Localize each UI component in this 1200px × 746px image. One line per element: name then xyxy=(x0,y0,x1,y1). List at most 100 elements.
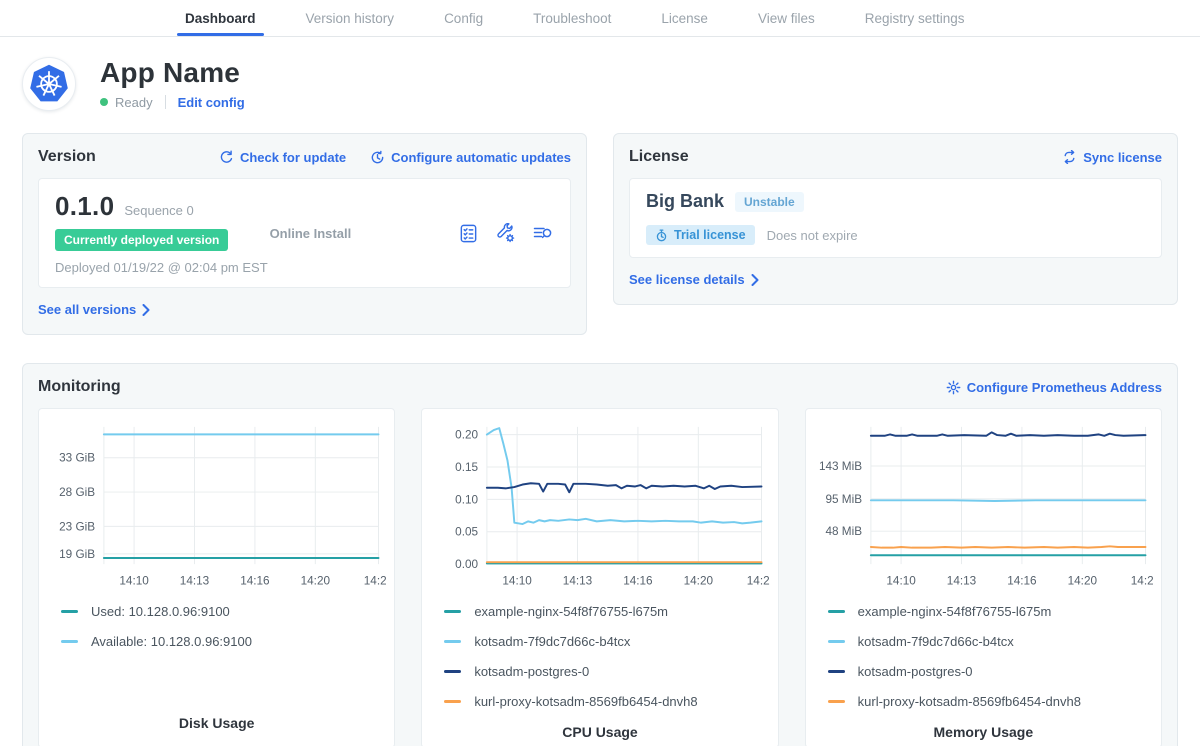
svg-text:19 GiB: 19 GiB xyxy=(59,548,95,561)
legend-item: kurl-proxy-kotsadm-8569fb6454-dnvh8 xyxy=(828,694,1153,709)
legend-label: kotsadm-7f9dc7d66c-b4tcx xyxy=(858,634,1014,649)
tab-view-files[interactable]: View files xyxy=(750,0,823,36)
svg-text:14:20: 14:20 xyxy=(684,575,714,588)
svg-text:0.00: 0.00 xyxy=(456,558,479,571)
expiry-label: Does not expire xyxy=(767,228,858,243)
channel-badge: Unstable xyxy=(735,192,804,212)
cpu-usage-chart[interactable]: 14:1014:1314:1614:2014:230.200.150.100.0… xyxy=(430,419,769,594)
legend-label: kotsadm-7f9dc7d66c-b4tcx xyxy=(474,634,630,649)
deployed-badge: Currently deployed version xyxy=(55,229,228,251)
cpu-usage-chart-card: 14:1014:1314:1614:2014:230.200.150.100.0… xyxy=(421,408,778,746)
tab-dashboard[interactable]: Dashboard xyxy=(177,0,264,36)
monitoring-section: Monitoring Configure Prometheus Address … xyxy=(22,363,1178,746)
version-number: 0.1.0 xyxy=(55,191,114,222)
chart-title: CPU Usage xyxy=(430,724,769,740)
svg-text:14:10: 14:10 xyxy=(119,575,149,588)
legend-label: kurl-proxy-kotsadm-8569fb6454-dnvh8 xyxy=(858,694,1081,709)
legend-label: example-nginx-54f8f76755-l675m xyxy=(858,604,1052,619)
see-all-versions-link[interactable]: See all versions xyxy=(38,302,150,317)
app-status: Ready xyxy=(115,95,153,110)
svg-text:0.15: 0.15 xyxy=(456,461,479,474)
legend-item: Used: 10.128.0.96:9100 xyxy=(61,604,386,619)
legend-swatch xyxy=(61,640,78,643)
configure-automatic-updates-link[interactable]: Configure automatic updates xyxy=(370,150,571,165)
svg-text:0.10: 0.10 xyxy=(456,493,479,506)
wrench-gear-icon xyxy=(495,223,516,244)
svg-text:33 GiB: 33 GiB xyxy=(59,452,95,465)
svg-text:14:13: 14:13 xyxy=(180,575,210,588)
svg-text:14:20: 14:20 xyxy=(301,575,331,588)
svg-text:14:23: 14:23 xyxy=(747,575,770,588)
legend-label: kotsadm-postgres-0 xyxy=(858,664,973,679)
edit-config-link[interactable]: Edit config xyxy=(178,95,245,110)
chart-title: Disk Usage xyxy=(47,715,386,731)
memory-usage-legend: example-nginx-54f8f76755-l675m kotsadm-7f… xyxy=(814,604,1153,724)
main-content: App Name Ready Edit config Version Check… xyxy=(0,37,1200,746)
svg-text:14:23: 14:23 xyxy=(364,575,387,588)
legend-item: Available: 10.128.0.96:9100 xyxy=(61,634,386,649)
check-for-update-link[interactable]: Check for update xyxy=(219,150,346,165)
svg-text:14:23: 14:23 xyxy=(1130,575,1153,588)
legend-swatch xyxy=(828,700,845,703)
legend-item: kotsadm-7f9dc7d66c-b4tcx xyxy=(828,634,1153,649)
svg-text:14:20: 14:20 xyxy=(1067,575,1097,588)
svg-text:28 GiB: 28 GiB xyxy=(59,486,95,499)
disk-usage-chart[interactable]: 14:1014:1314:1614:2014:2333 GiB28 GiB23 … xyxy=(47,419,386,594)
top-cards-row: Version Check for update Configure autom… xyxy=(22,133,1178,335)
cpu-usage-legend: example-nginx-54f8f76755-l675m kotsadm-7f… xyxy=(430,604,769,724)
disk-usage-chart-card: 14:1014:1314:1614:2014:2333 GiB28 GiB23 … xyxy=(38,408,395,746)
nav-tabs: Dashboard Version history Config Trouble… xyxy=(177,0,973,36)
legend-swatch xyxy=(61,610,78,613)
gear-icon xyxy=(946,380,961,395)
version-card: Version Check for update Configure autom… xyxy=(22,133,587,335)
legend-item: example-nginx-54f8f76755-l675m xyxy=(444,604,769,619)
customer-name: Big Bank xyxy=(646,191,724,212)
legend-swatch xyxy=(828,640,845,643)
legend-swatch xyxy=(444,700,461,703)
license-box: Big Bank Unstable Trial license Does not… xyxy=(629,178,1162,258)
configure-prometheus-link[interactable]: Configure Prometheus Address xyxy=(946,380,1162,395)
monitoring-title: Monitoring xyxy=(38,378,121,396)
list-search-icon xyxy=(532,222,554,244)
license-card-title: License xyxy=(629,148,689,166)
legend-label: Used: 10.128.0.96:9100 xyxy=(91,604,230,619)
deploy-logs-button[interactable] xyxy=(532,222,554,244)
svg-text:14:16: 14:16 xyxy=(624,575,654,588)
chevron-right-icon xyxy=(142,304,150,316)
legend-swatch xyxy=(444,670,461,673)
tab-troubleshoot[interactable]: Troubleshoot xyxy=(525,0,619,36)
kubernetes-logo-icon xyxy=(22,57,76,111)
legend-swatch xyxy=(444,640,461,643)
svg-text:14:13: 14:13 xyxy=(563,575,593,588)
legend-item: example-nginx-54f8f76755-l675m xyxy=(828,604,1153,619)
svg-text:23 GiB: 23 GiB xyxy=(59,520,95,533)
legend-label: kurl-proxy-kotsadm-8569fb6454-dnvh8 xyxy=(474,694,697,709)
svg-text:0.20: 0.20 xyxy=(456,429,479,442)
preflight-checks-button[interactable] xyxy=(458,223,479,244)
top-nav: Dashboard Version history Config Trouble… xyxy=(0,0,1200,37)
divider xyxy=(165,95,166,109)
svg-text:0.05: 0.05 xyxy=(456,526,479,539)
legend-swatch xyxy=(444,610,461,613)
legend-label: example-nginx-54f8f76755-l675m xyxy=(474,604,668,619)
sync-icon xyxy=(1062,150,1077,164)
legend-label: kotsadm-postgres-0 xyxy=(474,664,589,679)
stopwatch-icon xyxy=(655,229,668,242)
status-dot xyxy=(100,98,108,106)
legend-swatch xyxy=(828,670,845,673)
legend-item: kotsadm-postgres-0 xyxy=(444,664,769,679)
sync-license-link[interactable]: Sync license xyxy=(1062,150,1162,165)
memory-usage-chart[interactable]: 14:1014:1314:1614:2014:23143 MiB95 MiB48… xyxy=(814,419,1153,594)
tab-version-history[interactable]: Version history xyxy=(298,0,403,36)
tab-config[interactable]: Config xyxy=(436,0,491,36)
svg-text:48 MiB: 48 MiB xyxy=(825,525,862,538)
tab-registry-settings[interactable]: Registry settings xyxy=(857,0,973,36)
checklist-icon xyxy=(458,223,479,244)
version-card-title: Version xyxy=(38,148,96,166)
svg-text:14:16: 14:16 xyxy=(1007,575,1037,588)
edit-config-button[interactable] xyxy=(495,223,516,244)
app-header: App Name Ready Edit config xyxy=(22,53,1178,133)
legend-item: kurl-proxy-kotsadm-8569fb6454-dnvh8 xyxy=(444,694,769,709)
see-license-details-link[interactable]: See license details xyxy=(629,272,759,287)
tab-license[interactable]: License xyxy=(653,0,716,36)
